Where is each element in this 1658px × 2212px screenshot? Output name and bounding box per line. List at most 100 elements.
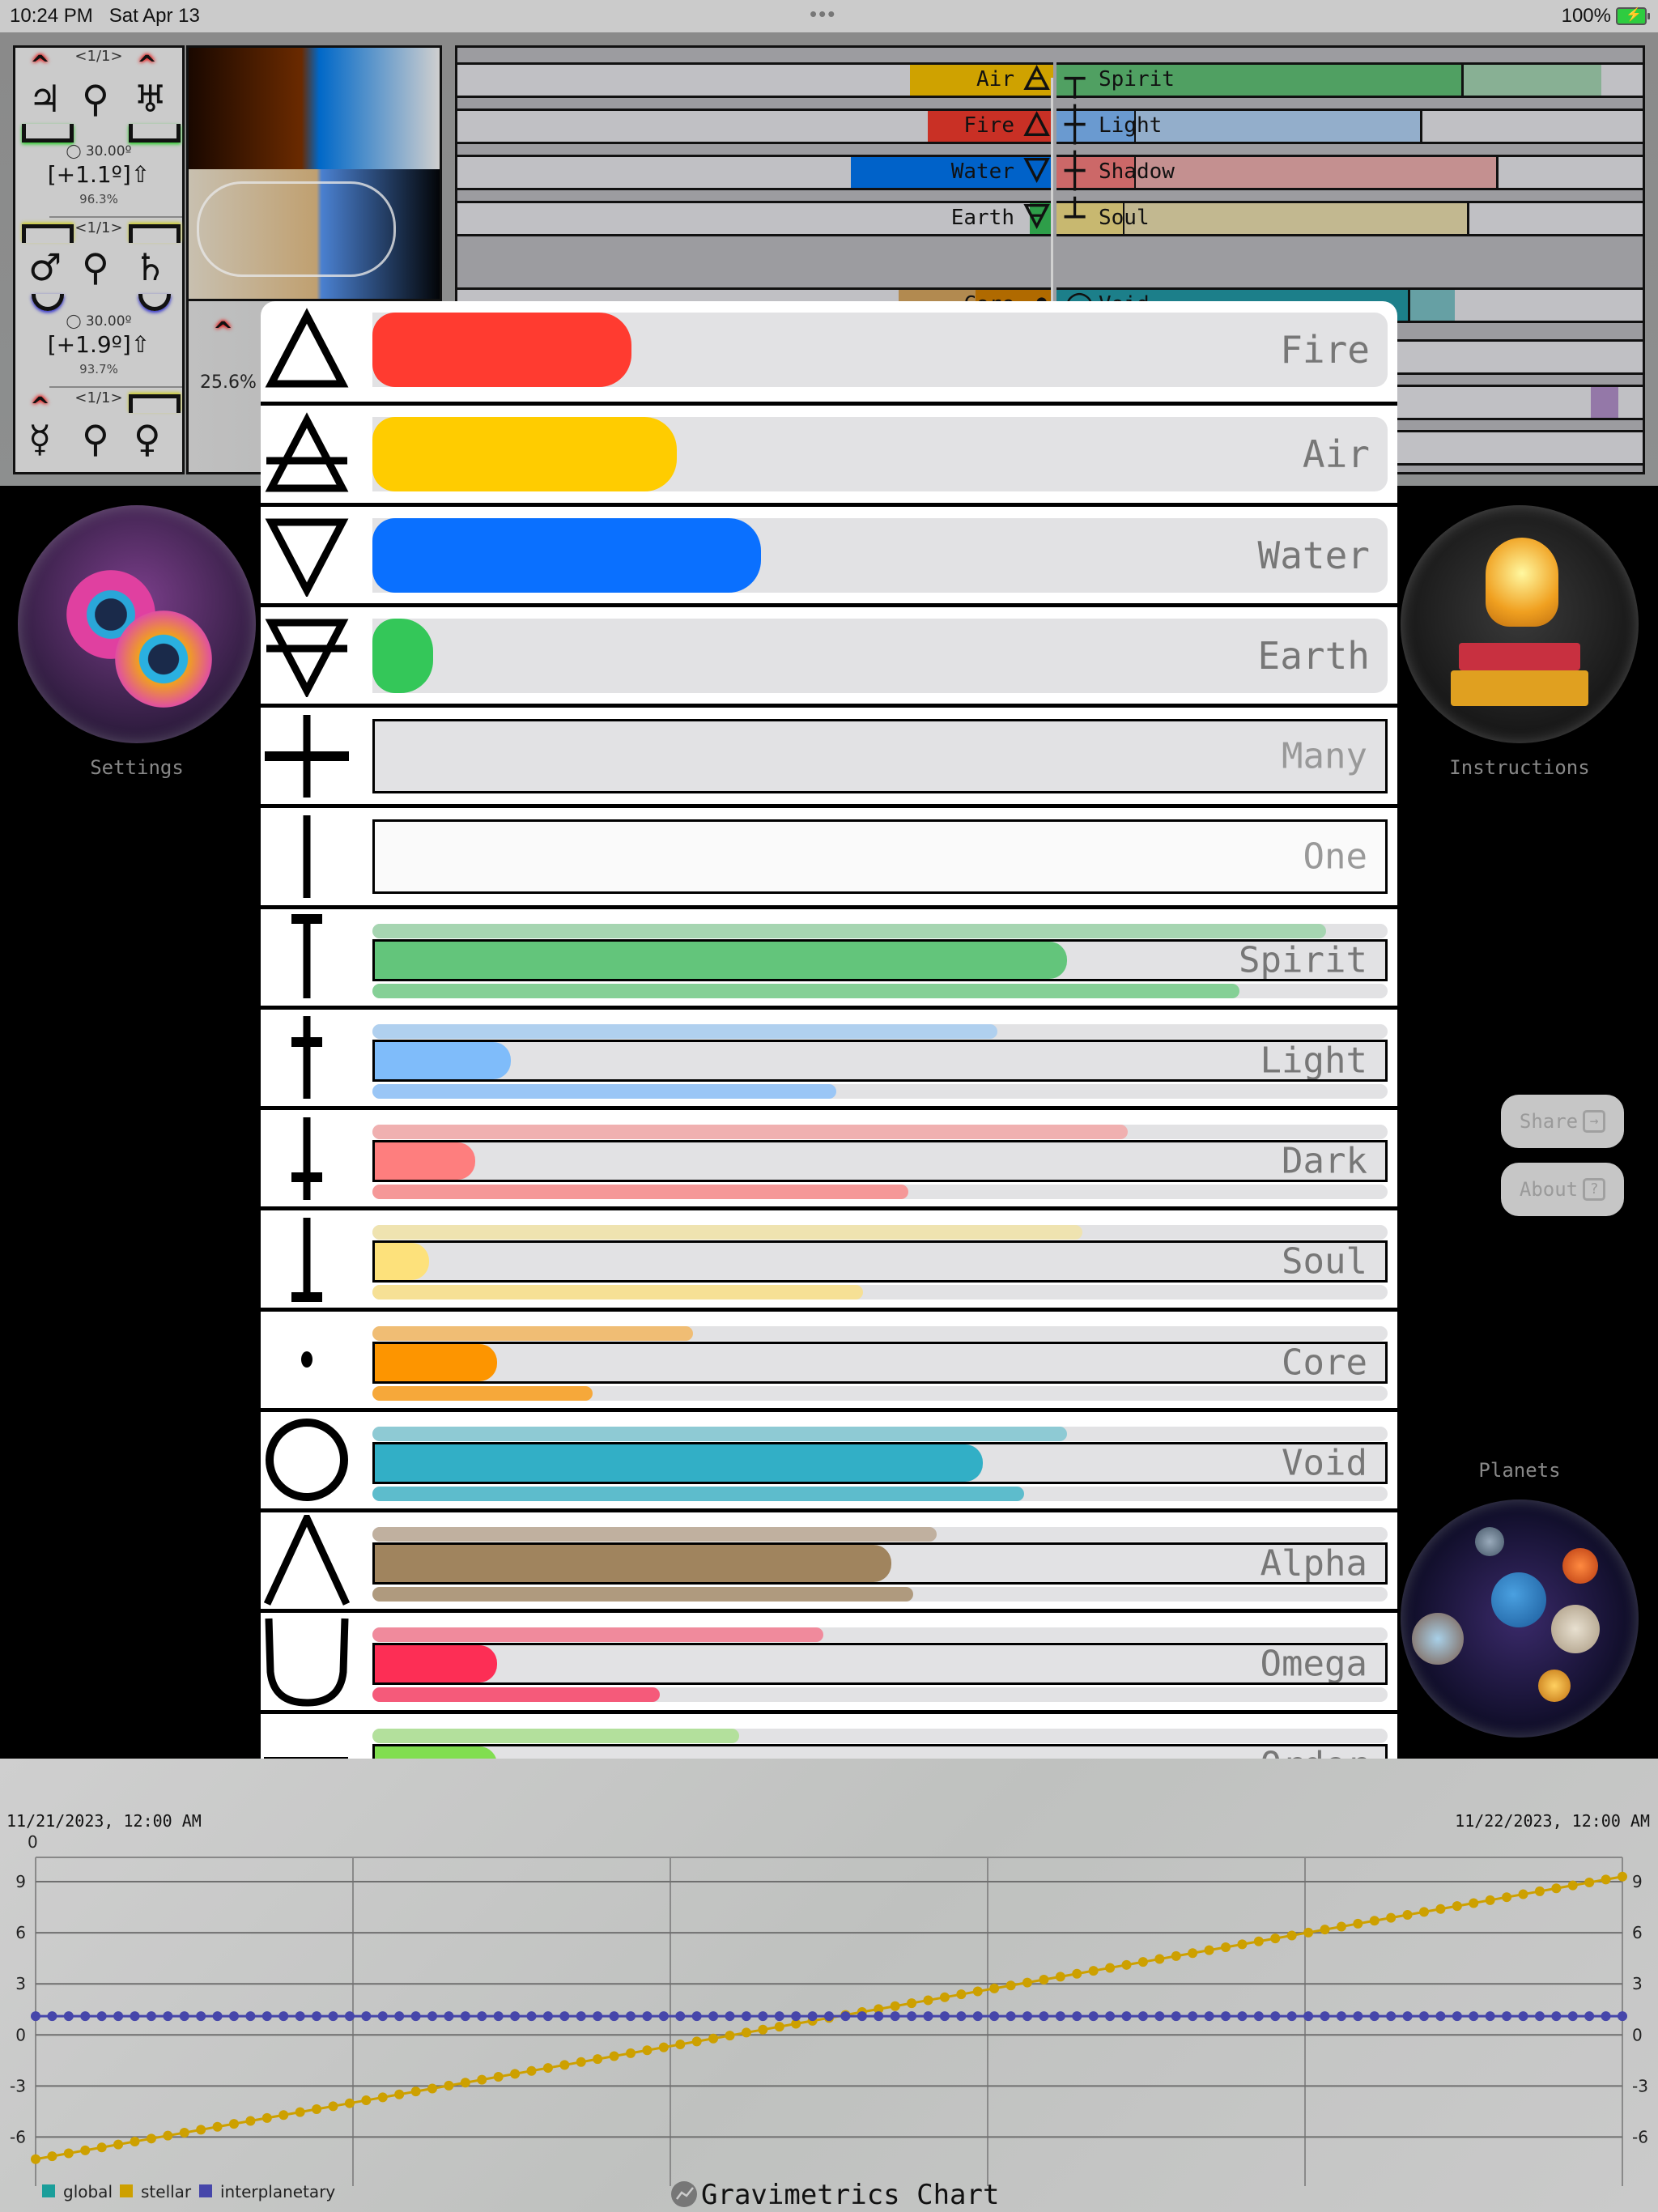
- data-point-stellar[interactable]: [1286, 1930, 1297, 1941]
- data-point-interplanetary[interactable]: [1154, 2011, 1165, 2022]
- data-point-stellar[interactable]: [1204, 1945, 1214, 1955]
- data-point-stellar[interactable]: [559, 2060, 570, 2070]
- main-bar[interactable]: Soul: [372, 1240, 1388, 1283]
- data-point-stellar[interactable]: [344, 2098, 355, 2108]
- data-point-stellar[interactable]: [1469, 1898, 1479, 1908]
- element-row-air[interactable]: Air: [261, 402, 1397, 502]
- data-point-stellar[interactable]: [1485, 1895, 1495, 1905]
- data-point-interplanetary[interactable]: [312, 2011, 322, 2022]
- data-point-stellar[interactable]: [626, 2048, 636, 2058]
- element-row-water[interactable]: Water: [261, 502, 1397, 603]
- element-row-spirit[interactable]: Spirit: [261, 904, 1397, 1006]
- data-point-interplanetary[interactable]: [47, 2011, 57, 2022]
- data-point-stellar[interactable]: [261, 2112, 272, 2123]
- data-point-interplanetary[interactable]: [840, 2011, 851, 2022]
- data-point-interplanetary[interactable]: [1452, 2011, 1462, 2022]
- data-point-interplanetary[interactable]: [295, 2011, 305, 2022]
- data-point-interplanetary[interactable]: [477, 2011, 487, 2022]
- legend-label-interplanetary[interactable]: interplanetary: [220, 2182, 335, 2201]
- data-point-stellar[interactable]: [956, 1989, 967, 2000]
- data-point-stellar[interactable]: [1088, 1966, 1099, 1976]
- data-point-interplanetary[interactable]: [80, 2011, 91, 2022]
- data-point-interplanetary[interactable]: [427, 2011, 437, 2022]
- element-row-one[interactable]: One: [261, 804, 1397, 904]
- element-bar-left-fire[interactable]: Fire 🜂: [457, 106, 1053, 144]
- data-point-interplanetary[interactable]: [1022, 2011, 1032, 2022]
- data-point-stellar[interactable]: [229, 2119, 239, 2129]
- data-point-stellar[interactable]: [1402, 1910, 1413, 1921]
- data-point-interplanetary[interactable]: [593, 2011, 603, 2022]
- instructions-button[interactable]: [1401, 505, 1639, 743]
- aspect-item[interactable]: <1/1> ^ ^ ♃ ⚲ ♅ ◯ 30.00º [+1.1º]⇧ 96.3%: [15, 48, 182, 210]
- data-point-stellar[interactable]: [1303, 1927, 1314, 1938]
- data-point-interplanetary[interactable]: [146, 2011, 156, 2022]
- main-bar[interactable]: Dark: [372, 1140, 1388, 1182]
- data-point-interplanetary[interactable]: [1402, 2011, 1413, 2022]
- gravimetrics-chart[interactable]: 11/21/2023, 12:00 AM 11/22/2023, 12:00 A…: [0, 1759, 1658, 2212]
- data-point-interplanetary[interactable]: [1188, 2011, 1198, 2022]
- data-point-stellar[interactable]: [1320, 1925, 1330, 1935]
- data-point-interplanetary[interactable]: [1518, 2011, 1528, 2022]
- data-point-stellar[interactable]: [1253, 1936, 1264, 1946]
- data-point-stellar[interactable]: [1022, 1977, 1032, 1988]
- data-point-stellar[interactable]: [212, 2121, 223, 2132]
- element-bar-left-air[interactable]: Air 🜁: [457, 60, 1053, 98]
- data-point-interplanetary[interactable]: [1601, 2011, 1611, 2022]
- data-point-stellar[interactable]: [1369, 1916, 1380, 1926]
- data-point-stellar[interactable]: [460, 2078, 470, 2088]
- data-point-interplanetary[interactable]: [130, 2011, 140, 2022]
- data-point-interplanetary[interactable]: [626, 2011, 636, 2022]
- multitask-dots[interactable]: •••: [810, 2, 836, 27]
- data-point-stellar[interactable]: [907, 1998, 917, 2009]
- data-point-interplanetary[interactable]: [1435, 2011, 1446, 2022]
- data-point-stellar[interactable]: [691, 2036, 702, 2047]
- data-point-interplanetary[interactable]: [890, 2011, 900, 2022]
- data-point-interplanetary[interactable]: [1237, 2011, 1248, 2022]
- data-point-interplanetary[interactable]: [1039, 2011, 1049, 2022]
- data-point-stellar[interactable]: [1039, 1974, 1049, 1984]
- data-point-interplanetary[interactable]: [542, 2011, 553, 2022]
- data-point-stellar[interactable]: [609, 2051, 619, 2061]
- data-point-interplanetary[interactable]: [791, 2011, 801, 2022]
- data-point-interplanetary[interactable]: [394, 2011, 405, 2022]
- element-bar-right-light[interactable]: ┼ Light: [1056, 106, 1643, 144]
- data-point-stellar[interactable]: [972, 1986, 983, 1997]
- data-point-interplanetary[interactable]: [212, 2011, 223, 2022]
- data-point-stellar[interactable]: [741, 2027, 751, 2038]
- elements-overlay-panel[interactable]: Fire Air Water Earth Many One Spirit Light Dark S…: [261, 301, 1397, 1911]
- data-point-stellar[interactable]: [658, 2042, 669, 2052]
- data-point-interplanetary[interactable]: [1469, 2011, 1479, 2022]
- data-point-interplanetary[interactable]: [96, 2011, 107, 2022]
- data-point-stellar[interactable]: [1419, 1907, 1429, 1917]
- main-bar[interactable]: Fire: [372, 313, 1388, 387]
- data-point-stellar[interactable]: [1601, 1874, 1611, 1885]
- planets-button[interactable]: [1401, 1499, 1639, 1738]
- data-point-stellar[interactable]: [410, 2087, 421, 2097]
- data-point-interplanetary[interactable]: [1618, 2011, 1627, 2022]
- data-point-stellar[interactable]: [245, 2116, 256, 2126]
- main-bar[interactable]: Light: [372, 1039, 1388, 1082]
- element-bar-left-earth[interactable]: Earth 🜃: [457, 198, 1053, 236]
- data-point-stellar[interactable]: [1452, 1901, 1462, 1912]
- element-row-dark[interactable]: Dark: [261, 1106, 1397, 1206]
- data-point-interplanetary[interactable]: [1584, 2011, 1595, 2022]
- data-point-interplanetary[interactable]: [1369, 2011, 1380, 2022]
- data-point-interplanetary[interactable]: [1088, 2011, 1099, 2022]
- element-row-omega[interactable]: Omega: [261, 1609, 1397, 1709]
- data-point-interplanetary[interactable]: [1353, 2011, 1363, 2022]
- data-point-stellar[interactable]: [113, 2139, 124, 2150]
- data-point-interplanetary[interactable]: [741, 2011, 751, 2022]
- data-point-interplanetary[interactable]: [229, 2011, 239, 2022]
- data-point-interplanetary[interactable]: [956, 2011, 967, 2022]
- data-point-stellar[interactable]: [675, 2039, 686, 2049]
- data-point-stellar[interactable]: [1221, 1942, 1231, 1952]
- data-point-stellar[interactable]: [377, 2092, 388, 2103]
- data-point-interplanetary[interactable]: [179, 2011, 189, 2022]
- main-bar[interactable]: One: [372, 819, 1388, 895]
- data-point-stellar[interactable]: [1270, 1933, 1281, 1944]
- data-point-interplanetary[interactable]: [1072, 2011, 1082, 2022]
- data-point-stellar[interactable]: [1551, 1883, 1562, 1894]
- data-point-stellar[interactable]: [146, 2133, 156, 2144]
- main-bar[interactable]: Spirit: [372, 938, 1388, 981]
- settings-button[interactable]: [18, 505, 256, 743]
